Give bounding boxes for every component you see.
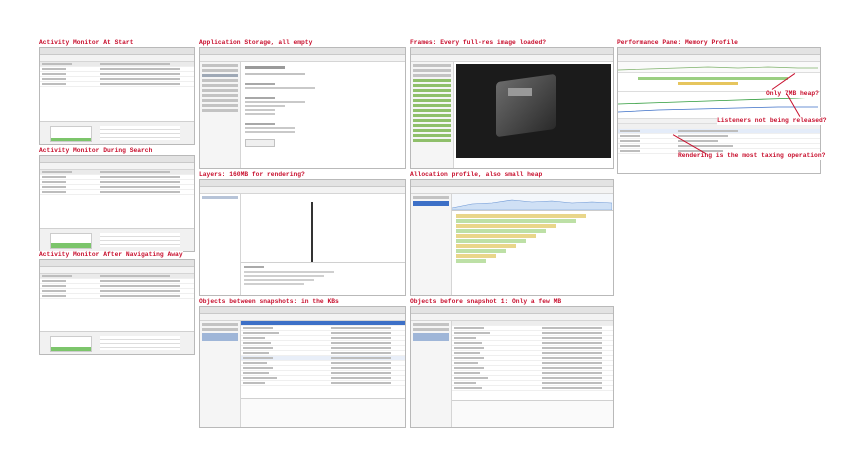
heap-overview-graph: [452, 199, 612, 210]
panel-title: Application Storage, all empty: [199, 39, 313, 47]
annotation-heap: Only 7MB heap?: [766, 90, 819, 98]
panel-title: Layers: 160MB for rendering?: [199, 171, 305, 179]
panel-title: Objects between snapshots: in the KBs: [199, 298, 339, 306]
panel-title: Activity Monitor After Navigating Away: [39, 251, 183, 259]
panel-title: Allocation profile, also small heap: [410, 171, 543, 179]
devtools-window: [410, 306, 614, 428]
activity-monitor-window: [39, 155, 195, 252]
panel-title: Frames: Every full-res image loaded?: [410, 39, 547, 47]
devtools-window: [199, 47, 406, 169]
activity-monitor-window: [39, 47, 195, 145]
devtools-window: [199, 306, 406, 428]
annotation-rendering: Rendering is the most taxing operation?: [678, 152, 826, 160]
activity-monitor-window: [39, 259, 195, 355]
devtools-window: [199, 179, 406, 296]
screenshot-collage: { "panels": [ {"title": "Activity Monito…: [0, 0, 860, 470]
devtools-window: [410, 47, 614, 169]
panel-title: Activity Monitor During Search: [39, 147, 153, 155]
panel-title: Performance Pane: Memory Profile: [617, 39, 738, 47]
annotation-listeners: Listeners not being released?: [717, 117, 827, 125]
image-preview: [456, 64, 611, 158]
overview-track: [618, 66, 818, 71]
panel-title: Objects before snapshot 1: Only a few MB: [410, 298, 562, 306]
devtools-window: [410, 179, 614, 296]
panel-title: Activity Monitor At Start: [39, 39, 134, 47]
